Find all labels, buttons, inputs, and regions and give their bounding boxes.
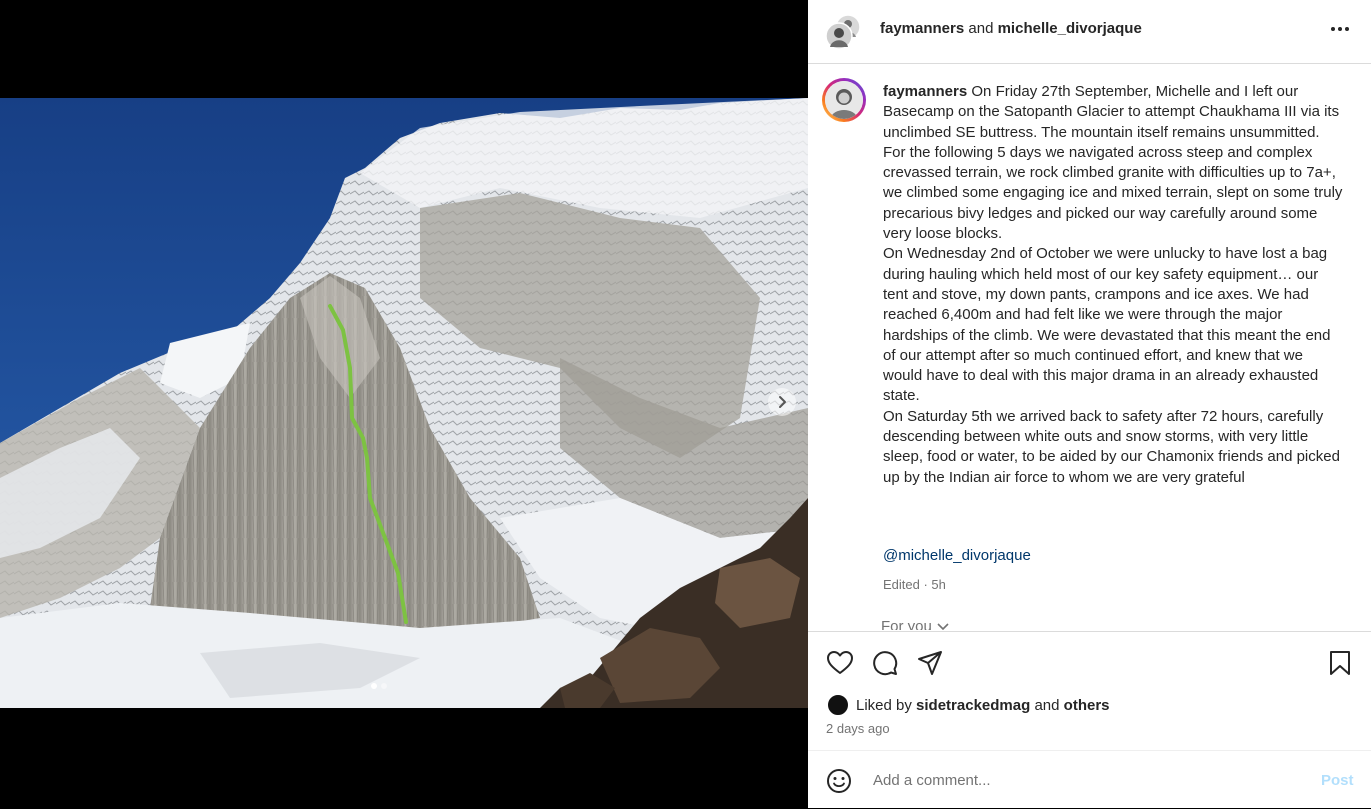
for-you-toggle[interactable]: For you	[881, 618, 950, 630]
caption-paragraph: On Wednesday 2nd of October we were unlu…	[883, 245, 1331, 405]
collab-avatar[interactable]	[825, 13, 863, 51]
chevron-down-icon	[937, 623, 949, 630]
post-actions: Liked by sidetrackedmag and others 2 day…	[808, 631, 1371, 750]
more-options-button[interactable]	[1326, 17, 1354, 41]
carousel-dot	[381, 683, 387, 689]
post-authors: faymanners and michelle_divorjaque	[880, 20, 1142, 37]
coauthor-link[interactable]: michelle_divorjaque	[998, 20, 1142, 37]
comment-icon	[873, 651, 898, 676]
caption-paragraph: faymanners On Friday 27th September, Mic…	[883, 82, 1343, 143]
author-link[interactable]: faymanners	[880, 20, 964, 37]
likes-prefix: Liked by	[856, 696, 917, 714]
post-side-panel: faymanners and michelle_divorjaque fayma…	[808, 0, 1371, 808]
liker-link[interactable]: sidetrackedmag	[916, 697, 1030, 714]
more-options-icon	[1331, 27, 1349, 31]
bookmark-icon	[1330, 651, 1350, 675]
emoji-icon	[827, 769, 851, 793]
carousel-dot	[371, 683, 377, 689]
caption-paragraph: For the following 5 days we navigated ac…	[883, 143, 1343, 243]
instagram-post-modal: faymanners and michelle_divorjaque fayma…	[0, 0, 1371, 808]
save-button[interactable]	[1326, 649, 1354, 677]
media-area	[0, 0, 808, 808]
likes-middle: and	[1030, 696, 1064, 714]
post-photo	[0, 98, 808, 708]
likes-summary: Liked by sidetrackedmag and others	[827, 694, 1110, 716]
post-header: faymanners and michelle_divorjaque	[808, 0, 1371, 64]
comment-input[interactable]	[871, 767, 1305, 793]
likes-others-link[interactable]: others	[1064, 697, 1110, 714]
carousel-next-button[interactable]	[768, 388, 796, 416]
share-button[interactable]	[916, 649, 944, 677]
liker-avatar[interactable]	[827, 694, 849, 716]
chevron-right-icon	[779, 396, 786, 408]
mention-link[interactable]: @michelle_divorjaque	[883, 547, 1031, 564]
like-button[interactable]	[826, 649, 854, 677]
add-comment-bar: Post	[808, 750, 1371, 809]
post-comment-button[interactable]: Post	[1321, 772, 1354, 789]
send-icon	[918, 651, 942, 675]
heart-icon	[827, 651, 853, 674]
caption-paragraph: On Saturday 5th we arrived back to safet…	[883, 407, 1340, 486]
comment-button[interactable]	[871, 649, 899, 677]
caption-username[interactable]: faymanners	[883, 83, 967, 100]
for-you-label: For you	[881, 618, 932, 630]
caption-avatar[interactable]	[822, 78, 866, 122]
author-joiner: and	[964, 20, 998, 37]
carousel-indicator	[371, 683, 387, 689]
post-timestamp[interactable]: 2 days ago	[826, 721, 890, 736]
comments-section[interactable]: faymanners On Friday 27th September, Mic…	[808, 64, 1371, 630]
caption-meta: Edited · 5h	[883, 577, 946, 592]
post-caption: faymanners On Friday 27th September, Mic…	[883, 82, 1343, 488]
emoji-button[interactable]	[826, 768, 852, 794]
